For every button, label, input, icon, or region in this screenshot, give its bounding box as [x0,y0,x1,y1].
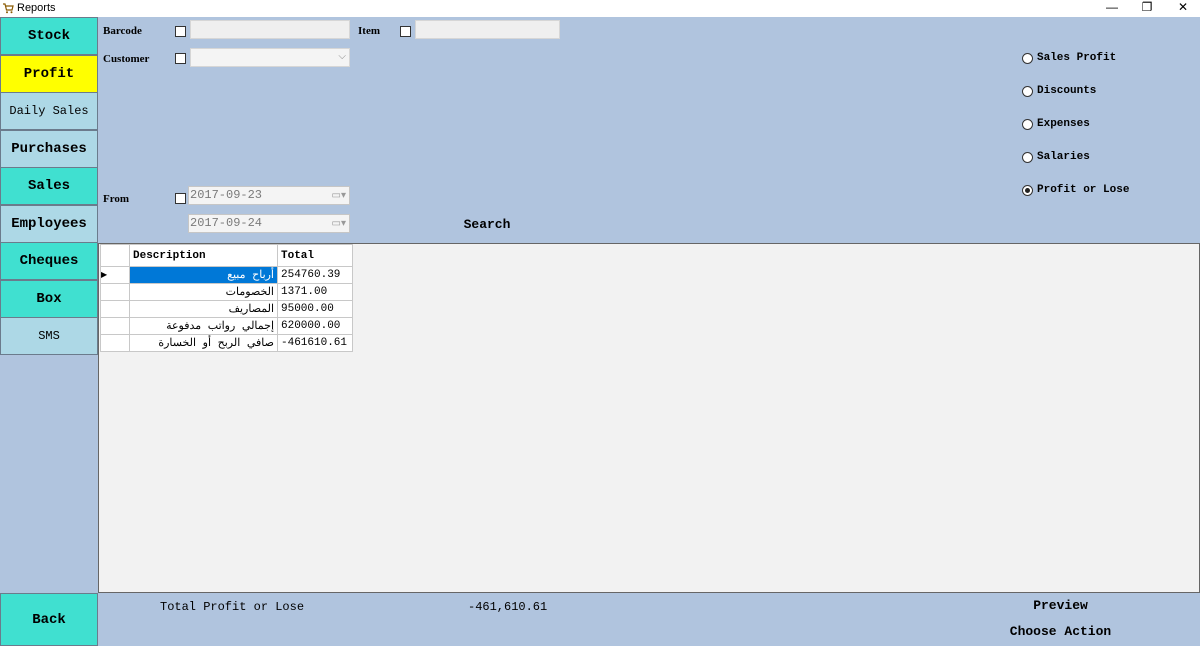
nav-daily-sales-button[interactable]: Daily Sales [0,92,98,130]
calendar-icon: ▭▾ [331,218,346,229]
item-input[interactable] [415,20,560,39]
barcode-checkbox[interactable] [175,26,186,37]
preview-button[interactable]: Preview [1023,598,1098,613]
cell-description[interactable]: أرباح مبيع [129,266,278,284]
column-header-description[interactable]: Description [129,244,278,267]
maximize-button[interactable]: ❐ [1127,0,1167,17]
radio-label: Discounts [1037,85,1097,97]
cell-description[interactable]: المصاريف [129,300,278,318]
barcode-input[interactable] [190,20,350,39]
radio-profit-or-lose[interactable]: Profit or Lose [1022,182,1129,198]
cell-total[interactable]: 254760.39 [277,266,353,284]
customer-label: Customer [103,53,150,65]
cart-icon [3,3,14,14]
cell-total[interactable]: 1371.00 [277,283,353,301]
back-button[interactable]: Back [0,593,98,646]
row-header[interactable] [100,300,130,318]
nav-purchases-button[interactable]: Purchases [0,130,98,168]
radio-sales-profit[interactable]: Sales Profit [1022,50,1116,66]
minimize-button[interactable]: — [1092,0,1132,17]
chevron-down-icon: ⌵ [338,51,346,62]
search-button[interactable]: Search [458,217,516,235]
row-header[interactable] [100,283,130,301]
nav-employees-button[interactable]: Employees [0,205,98,243]
barcode-label: Barcode [103,25,142,37]
footer-panel: Total Profit or Lose -461,610.61 Preview… [98,593,1200,646]
total-profit-label: Total Profit or Lose [160,600,305,614]
radio-discounts[interactable]: Discounts [1022,83,1096,99]
current-row-pointer-icon[interactable]: ▶ [100,266,130,284]
radio-label: Salaries [1037,151,1090,163]
table-row[interactable]: ▶ أرباح مبيع 254760.39 [100,266,353,284]
radio-label: Profit or Lose [1037,184,1130,196]
from-date-picker[interactable]: 2017-09-23 ▭▾ [188,186,350,205]
nav-sales-button[interactable]: Sales [0,167,98,205]
row-header-corner [100,244,130,267]
item-checkbox[interactable] [400,26,411,37]
choose-action-button[interactable]: Choose Action [1003,624,1118,639]
cell-description[interactable]: الخصومات [129,283,278,301]
row-header[interactable] [100,334,130,352]
cell-description[interactable]: إجمالي رواتب مدفوعة [129,317,278,335]
radio-indicator [1022,52,1033,64]
radio-indicator [1022,118,1033,130]
radio-indicator [1022,85,1033,97]
calendar-icon: ▭▾ [331,190,346,201]
table-row[interactable]: المصاريف 95000.00 [100,300,353,318]
from-date-value: 2017-09-23 [190,188,263,202]
cell-total[interactable]: 620000.00 [277,317,353,335]
to-date-picker[interactable]: 2017-09-24 ▭▾ [188,214,350,233]
column-header-total[interactable]: Total [277,244,353,267]
radio-expenses[interactable]: Expenses [1022,116,1090,132]
cell-description[interactable]: صافي الربح أو الخسارة [129,334,278,352]
radio-indicator [1022,151,1033,163]
title-bar: Reports — ❐ ✕ [0,0,1200,17]
close-button[interactable]: ✕ [1163,0,1200,17]
nav-stock-button[interactable]: Stock [0,17,98,55]
window-title: Reports [17,2,56,14]
row-header[interactable] [100,317,130,335]
nav-cheques-button[interactable]: Cheques [0,242,98,280]
item-label: Item [358,25,380,37]
from-label: From [103,193,130,205]
nav-box-button[interactable]: Box [0,280,98,318]
cell-total[interactable]: -461610.61 [277,334,353,352]
to-date-value: 2017-09-24 [190,216,263,230]
radio-salaries[interactable]: Salaries [1022,149,1090,165]
table-row[interactable]: الخصومات 1371.00 [100,283,353,301]
date-filter-checkbox[interactable] [175,193,186,204]
nav-profit-button[interactable]: Profit [0,55,98,93]
nav-sms-button[interactable]: SMS [0,317,98,355]
cell-total[interactable]: 95000.00 [277,300,353,318]
filter-panel: Barcode Item Customer ⌵ From 2017-09-23 … [98,17,1200,243]
report-grid-area: Description Total ▶ أرباح مبيع 254760.39… [98,243,1200,593]
table-row[interactable]: صافي الربح أو الخسارة -461610.61 [100,334,353,352]
report-table: Description Total ▶ أرباح مبيع 254760.39… [100,244,353,352]
table-row[interactable]: إجمالي رواتب مدفوعة 620000.00 [100,317,353,335]
radio-label: Sales Profit [1037,52,1117,64]
customer-checkbox[interactable] [175,53,186,64]
radio-label: Expenses [1037,118,1090,130]
radio-indicator-selected [1022,184,1033,196]
table-header-row: Description Total [100,244,353,267]
customer-select[interactable]: ⌵ [190,48,350,67]
sidebar: Stock Profit Daily Sales Purchases Sales… [0,17,98,646]
total-profit-value: -461,610.61 [468,600,548,614]
